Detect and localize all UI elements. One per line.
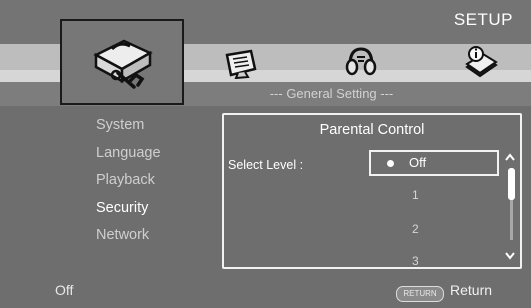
category-audio[interactable] — [344, 45, 378, 79]
return-label: Return — [450, 282, 493, 298]
parental-control-panel: Parental Control Select Level : Off 1 2 … — [222, 113, 522, 269]
sidebar-item-network[interactable]: Network — [96, 222, 161, 250]
scroll-down-icon[interactable] — [504, 248, 516, 266]
status-value: Off — [55, 282, 74, 298]
select-level-label: Select Level : — [228, 158, 304, 172]
scrollbar-thumb[interactable] — [508, 168, 515, 200]
category-display[interactable] — [224, 49, 258, 79]
toolbox-icon — [93, 39, 153, 89]
level-option-selected[interactable]: Off — [369, 150, 499, 176]
level-option-1[interactable]: 1 — [412, 188, 419, 202]
category-info[interactable] — [463, 45, 499, 79]
return-key-icon[interactable]: RETURN — [396, 286, 444, 302]
section-title: --- General Setting --- — [269, 86, 394, 101]
panel-title: Parental Control — [319, 122, 425, 138]
sidebar-item-system[interactable]: System — [96, 112, 161, 140]
page-title: SETUP — [453, 10, 513, 29]
info-book-icon — [465, 46, 498, 78]
sidebar-item-playback[interactable]: Playback — [96, 167, 161, 195]
audio-icon — [345, 47, 377, 76]
scroll-up-icon[interactable] — [504, 149, 516, 167]
level-option-3[interactable]: 3 — [412, 254, 419, 265]
sidebar-item-security[interactable]: Security — [96, 195, 161, 223]
display-icon — [225, 49, 257, 79]
selected-dot-icon — [387, 160, 394, 167]
level-option-label: Off — [409, 155, 427, 170]
sidebar-menu: System Language Playback Security Networ… — [96, 112, 161, 250]
sidebar-item-language[interactable]: Language — [96, 140, 161, 168]
level-option-2[interactable]: 2 — [412, 222, 419, 236]
